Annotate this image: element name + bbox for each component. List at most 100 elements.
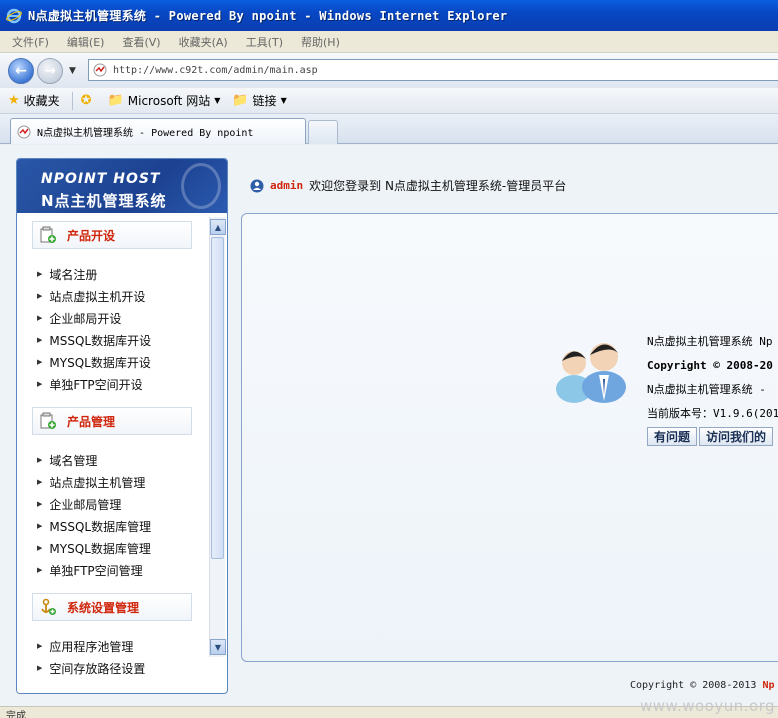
- logo-line2: N点主机管理系统: [41, 192, 167, 210]
- separator: [71, 91, 73, 110]
- sidebar-item-storage-path[interactable]: ▶ 空间存放路径设置: [37, 657, 207, 679]
- sidebar-item-label: 企业邮局开设: [49, 311, 122, 326]
- sidebar-item-label: 站点虚拟主机开设: [49, 289, 146, 304]
- links-folder[interactable]: 📁 链接 ▼: [232, 92, 286, 109]
- section-items: ▶ 域名注册 ▶ 站点虚拟主机开设 ▶ 企业邮局开设 ▶ MSSQL数据库开设 ▶ MYS…: [17, 249, 207, 401]
- sidebar-item-mysql-open[interactable]: ▶ MYSQL数据库开设: [37, 351, 207, 373]
- section-header-product-manage[interactable]: 产品管理: [32, 407, 192, 435]
- sidebar-item-mail-manage[interactable]: ▶ 企业邮局管理: [37, 493, 207, 515]
- scroll-up-icon[interactable]: ▲: [210, 219, 226, 235]
- bullet-arrow-icon: ▶: [37, 500, 43, 508]
- folder-icon: 📁: [232, 93, 249, 108]
- chevron-down-icon: ▼: [214, 96, 221, 105]
- footer: Copyright © 2008-2013 Np: [630, 680, 775, 691]
- menu-tools[interactable]: 工具(T): [246, 34, 283, 50]
- visit-us-button[interactable]: 访问我们的: [699, 427, 774, 446]
- sidebar-item-label: MYSQL数据库管理: [49, 541, 151, 556]
- sidebar-item-ftp-manage[interactable]: ▶ 单独FTP空间管理: [37, 559, 207, 581]
- footer-brand: Np: [762, 680, 775, 691]
- menu-edit[interactable]: 编辑(E): [67, 34, 105, 50]
- menu-bar: 文件(F) 编辑(E) 查看(V) 收藏夹(A) 工具(T) 帮助(H): [0, 31, 778, 53]
- sidebar-scrollbar[interactable]: ▲ ▼: [209, 217, 226, 657]
- sidebar-item-domain-manage[interactable]: ▶ 域名管理: [37, 449, 207, 471]
- tab-main[interactable]: N点虚拟主机管理系统 - Powered By npoint: [10, 118, 306, 144]
- section-header-system-settings[interactable]: 系统设置管理: [32, 593, 192, 621]
- sidebar-item-domain-register[interactable]: ▶ 域名注册: [37, 263, 207, 285]
- product-description: N点虚拟主机管理系统 -: [647, 383, 766, 396]
- menu-view[interactable]: 查看(V): [122, 34, 160, 50]
- section-items: ▶ 应用程序池管理 ▶ 空间存放路径设置: [17, 621, 207, 685]
- address-url: http://www.c92t.com/admin/main.asp: [113, 64, 318, 76]
- sidebar-item-mail-open[interactable]: ▶ 企业邮局开设: [37, 307, 207, 329]
- new-tab-button[interactable]: [308, 120, 338, 144]
- page-icon: [93, 63, 107, 77]
- bullet-arrow-icon: ▶: [37, 380, 43, 388]
- menu-file[interactable]: 文件(F): [12, 34, 49, 50]
- section-header-product-open[interactable]: 产品开设: [32, 221, 192, 249]
- scroll-down-icon[interactable]: ▼: [210, 639, 226, 655]
- microsoft-sites-label: Microsoft 网站: [127, 94, 211, 108]
- forward-button[interactable]: →: [37, 57, 63, 84]
- sidebar-item-mysql-manage[interactable]: ▶ MYSQL数据库管理: [37, 537, 207, 559]
- back-arrow-icon: ←: [15, 62, 27, 79]
- bullet-arrow-icon: ▶: [37, 566, 43, 574]
- menu-help[interactable]: 帮助(H): [301, 34, 340, 50]
- bullet-arrow-icon: ▶: [37, 642, 43, 650]
- bullet-arrow-icon: ▶: [37, 664, 43, 672]
- footer-copyright: Copyright © 2008-2013: [630, 680, 763, 691]
- status-text: 完成: [6, 711, 26, 718]
- question-button[interactable]: 有问题: [647, 427, 698, 446]
- address-bar[interactable]: http://www.c92t.com/admin/main.asp: [88, 59, 778, 81]
- sidebar-item-vhost-manage[interactable]: ▶ 站点虚拟主机管理: [37, 471, 207, 493]
- bullet-arrow-icon: ▶: [37, 314, 43, 322]
- section-title: 系统设置管理: [67, 600, 140, 615]
- favorites-button[interactable]: ★ 收藏夹: [8, 92, 60, 109]
- welcome-header: admin 欢迎您登录到 N点虚拟主机管理系统-管理员平台: [250, 177, 566, 194]
- logo-swoosh-icon: [181, 163, 221, 209]
- watermark: www.wooyun.org: [640, 697, 776, 715]
- add-favorite-button[interactable]: ✪: [81, 93, 96, 108]
- sidebar-item-label: MYSQL数据库开设: [49, 355, 151, 370]
- add-favorite-star-icon: ✪: [80, 93, 92, 108]
- settings-anchor-icon: [41, 598, 56, 615]
- sidebar-item-mssql-manage[interactable]: ▶ MSSQL数据库管理: [37, 515, 207, 537]
- section-title: 产品管理: [67, 414, 116, 429]
- bullet-arrow-icon: ▶: [37, 292, 43, 300]
- copyright-line: Copyright © 2008-20: [647, 358, 773, 372]
- menu-favorites[interactable]: 收藏夹(A): [179, 34, 228, 50]
- star-icon: ★: [8, 93, 20, 108]
- history-dropdown-icon[interactable]: ▼: [69, 66, 76, 76]
- sidebar-item-mssql-open[interactable]: ▶ MSSQL数据库开设: [37, 329, 207, 351]
- sidebar-item-app-pool[interactable]: ▶ 应用程序池管理: [37, 635, 207, 657]
- sidebar-item-ftp-open[interactable]: ▶ 单独FTP空间开设: [37, 373, 207, 395]
- folder-icon: 📁: [107, 93, 124, 108]
- window-title: N点虚拟主机管理系统 - Powered By npoint - Windows…: [28, 9, 508, 23]
- add-page-icon: [40, 412, 56, 429]
- sidebar-item-vhost-open[interactable]: ▶ 站点虚拟主机开设: [37, 285, 207, 307]
- sidebar-item-label: 站点虚拟主机管理: [49, 475, 146, 490]
- sidebar-item-label: 企业邮局管理: [49, 497, 122, 512]
- sidebar-item-label: MSSQL数据库管理: [49, 519, 152, 534]
- forward-arrow-icon: →: [44, 62, 56, 79]
- section-items: ▶ 域名管理 ▶ 站点虚拟主机管理 ▶ 企业邮局管理 ▶ MSSQL数据库管理 ▶ MYS…: [17, 435, 207, 587]
- users-icon: [556, 343, 626, 403]
- favorites-label: 收藏夹: [23, 94, 60, 108]
- welcome-message: 欢迎您登录到 N点虚拟主机管理系统-管理员平台: [309, 179, 567, 193]
- left-sidebar: NPOINT HOST N点主机管理系统 产品开设 ▶ 域名注册 ▶ 站点虚拟主机开…: [16, 158, 228, 694]
- logo: NPOINT HOST N点主机管理系统: [17, 159, 227, 213]
- sidebar-item-label: MSSQL数据库开设: [49, 333, 152, 348]
- bullet-arrow-icon: ▶: [37, 522, 43, 530]
- scroll-thumb[interactable]: [211, 237, 224, 559]
- sidebar-item-label: 单独FTP空间管理: [49, 563, 143, 578]
- sidebar-item-label: 域名注册: [49, 267, 98, 282]
- bullet-arrow-icon: ▶: [37, 478, 43, 486]
- system-info: N点虚拟主机管理系统 Np Copyright © 2008-20 N点虚拟主机…: [647, 329, 778, 446]
- bullet-arrow-icon: ▶: [37, 456, 43, 464]
- section-title: 产品开设: [67, 228, 116, 243]
- page-content: NPOINT HOST N点主机管理系统 产品开设 ▶ 域名注册 ▶ 站点虚拟主机开…: [0, 145, 778, 718]
- microsoft-sites-link[interactable]: 📁 Microsoft 网站 ▼: [108, 92, 221, 109]
- logo-line1: NPOINT HOST: [41, 171, 161, 187]
- back-button[interactable]: ←: [8, 57, 34, 84]
- sidebar-item-label: 域名管理: [49, 453, 98, 468]
- user-icon: [250, 179, 264, 192]
